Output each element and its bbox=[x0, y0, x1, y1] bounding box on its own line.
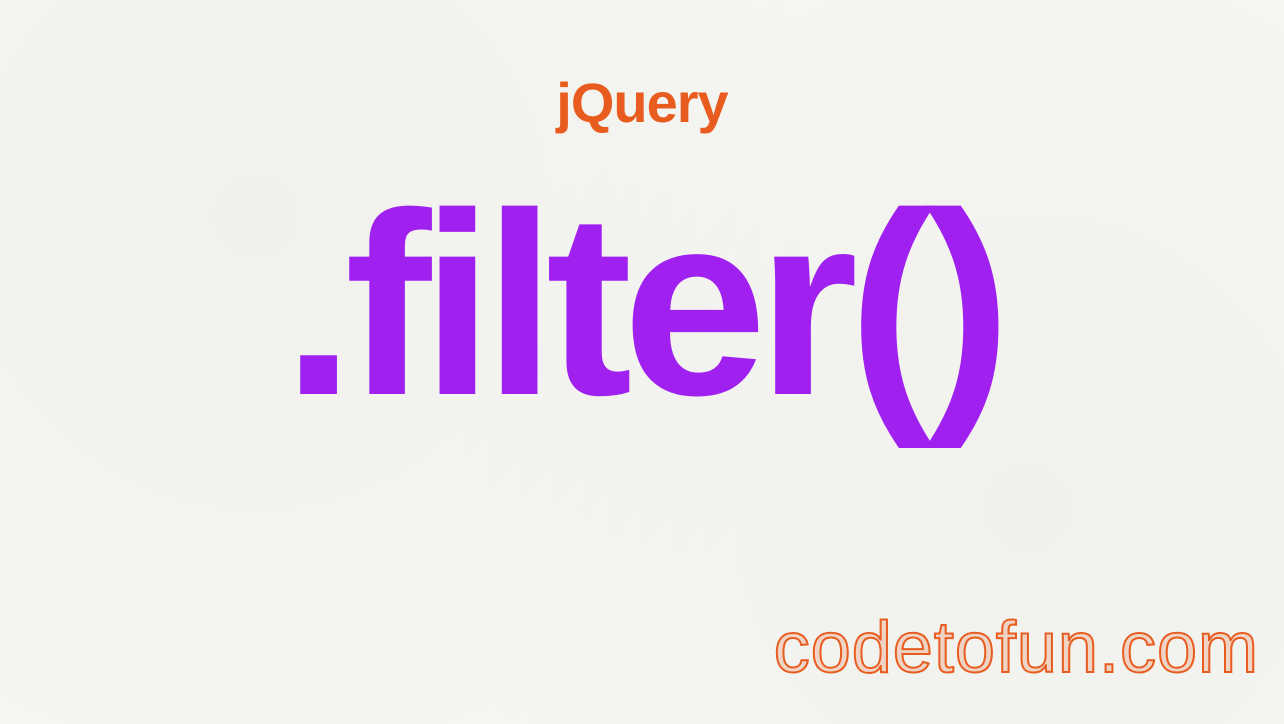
library-name-heading: jQuery bbox=[556, 70, 727, 135]
website-credit: codetofun.com bbox=[774, 607, 1259, 689]
content-wrapper: jQuery .filter() codetofun.com bbox=[0, 0, 1284, 724]
method-name-heading: .filter() bbox=[283, 175, 1002, 435]
